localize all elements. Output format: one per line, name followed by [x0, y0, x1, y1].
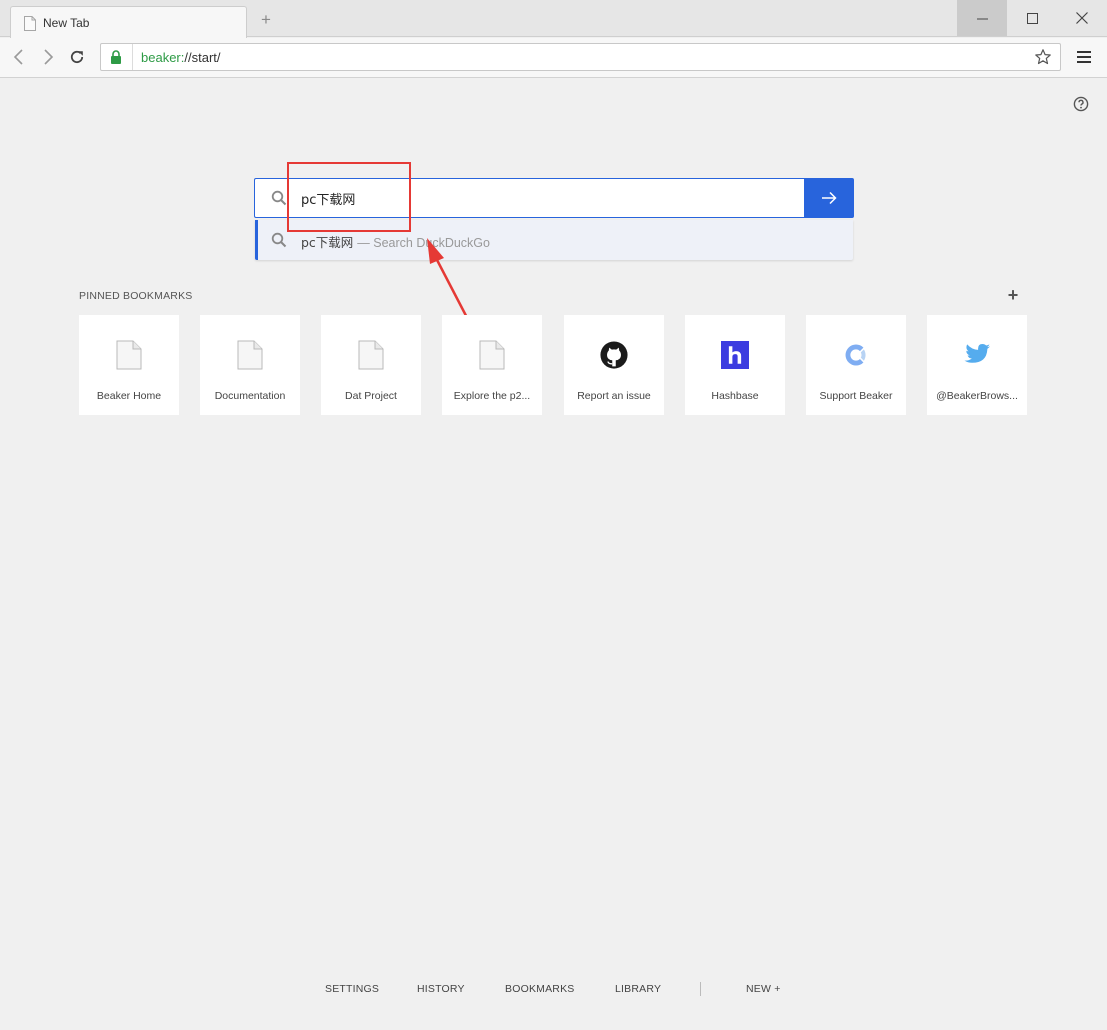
page-icon: [478, 339, 506, 371]
bookmark-label: Report an issue: [577, 390, 651, 402]
maximize-button[interactable]: [1007, 0, 1057, 36]
back-button[interactable]: [8, 46, 30, 68]
search-suggestion[interactable]: pc下载网 — Search DuckDuckGo: [255, 220, 853, 260]
url-scheme: beaker:: [141, 50, 185, 65]
tab-strip: New Tab +: [0, 0, 1107, 38]
page-icon: [24, 16, 36, 31]
bookmark-tile[interactable]: Support Beaker: [806, 315, 906, 415]
reload-button[interactable]: [66, 46, 88, 68]
new-tab-button[interactable]: +: [258, 10, 274, 30]
footer-bookmarks-link[interactable]: BOOKMARKS: [505, 983, 574, 995]
search-icon: [271, 190, 287, 206]
suggestion-text: pc下载网 — Search DuckDuckGo: [301, 232, 490, 251]
twitter-icon: [963, 339, 991, 371]
pinned-bookmarks-header: PINNED BOOKMARKS: [79, 290, 193, 302]
bookmark-label: Hashbase: [711, 390, 759, 402]
footer-new-link[interactable]: NEW +: [746, 983, 781, 995]
bookmark-label: Documentation: [214, 390, 286, 402]
bookmark-label: Support Beaker: [819, 390, 893, 402]
footer-nav: SETTINGS HISTORY BOOKMARKS LIBRARY NEW +: [0, 982, 1107, 997]
footer-settings-link[interactable]: SETTINGS: [325, 983, 379, 995]
minimize-button[interactable]: [957, 0, 1007, 36]
bookmark-label: @BeakerBrows...: [936, 390, 1018, 402]
footer-divider: [700, 982, 701, 996]
search-icon: [271, 232, 287, 248]
navigation-toolbar: beaker://start/: [0, 38, 1107, 78]
chevron-left-icon: [13, 49, 23, 65]
pinned-bookmarks: Beaker Home Documentation Dat Project Ex…: [79, 315, 1027, 415]
tab-title: New Tab: [43, 16, 90, 30]
suggestion-hint: — Search DuckDuckGo: [357, 236, 490, 250]
bookmark-tile[interactable]: Beaker Home: [79, 315, 179, 415]
url-divider: [132, 44, 133, 70]
minimize-icon: [976, 18, 988, 19]
bookmark-label: Dat Project: [345, 390, 397, 402]
bookmark-tile[interactable]: Dat Project: [321, 315, 421, 415]
suggestion-query: pc下载网: [301, 235, 354, 250]
help-icon[interactable]: [1073, 96, 1089, 112]
lock-icon: [111, 50, 121, 64]
close-icon: [1076, 12, 1088, 24]
search-input[interactable]: [301, 179, 791, 217]
add-bookmark-button[interactable]: +: [1005, 285, 1021, 306]
maximize-icon: [1026, 12, 1038, 24]
menu-bar-2: [1077, 56, 1091, 58]
arrow-right-icon: [822, 191, 837, 205]
chevron-right-icon: [44, 49, 54, 65]
reload-icon: [70, 50, 84, 64]
page-icon: [357, 339, 385, 371]
search-box: [254, 178, 805, 218]
bookmark-tile[interactable]: Explore the p2...: [442, 315, 542, 415]
menu-bar-3: [1077, 61, 1091, 63]
footer-library-link[interactable]: LIBRARY: [615, 983, 661, 995]
tab-new-tab[interactable]: New Tab: [10, 6, 247, 38]
bookmark-tile[interactable]: Hashbase: [685, 315, 785, 415]
menu-button[interactable]: [1074, 46, 1094, 68]
bookmark-tile[interactable]: Documentation: [200, 315, 300, 415]
search-submit-button[interactable]: [804, 178, 854, 218]
bookmark-tile[interactable]: @BeakerBrows...: [927, 315, 1027, 415]
bookmark-label: Beaker Home: [96, 390, 162, 402]
page-icon: [236, 339, 264, 371]
hashbase-icon: [721, 339, 749, 371]
annotation-arrow-icon: [427, 238, 477, 334]
bookmark-label: Explore the p2...: [453, 390, 531, 402]
page-icon: [115, 339, 143, 371]
star-icon[interactable]: [1034, 48, 1052, 66]
forward-button[interactable]: [37, 46, 59, 68]
menu-bar-1: [1077, 51, 1091, 53]
url-bar[interactable]: beaker://start/: [100, 43, 1061, 71]
footer-history-link[interactable]: HISTORY: [417, 983, 465, 995]
close-window-button[interactable]: [1057, 0, 1107, 36]
github-icon: [600, 339, 628, 371]
opencollective-icon: [842, 339, 870, 371]
bookmark-tile[interactable]: Report an issue: [564, 315, 664, 415]
url-path: //start/: [184, 50, 221, 65]
url-text[interactable]: beaker://start/: [141, 50, 221, 65]
